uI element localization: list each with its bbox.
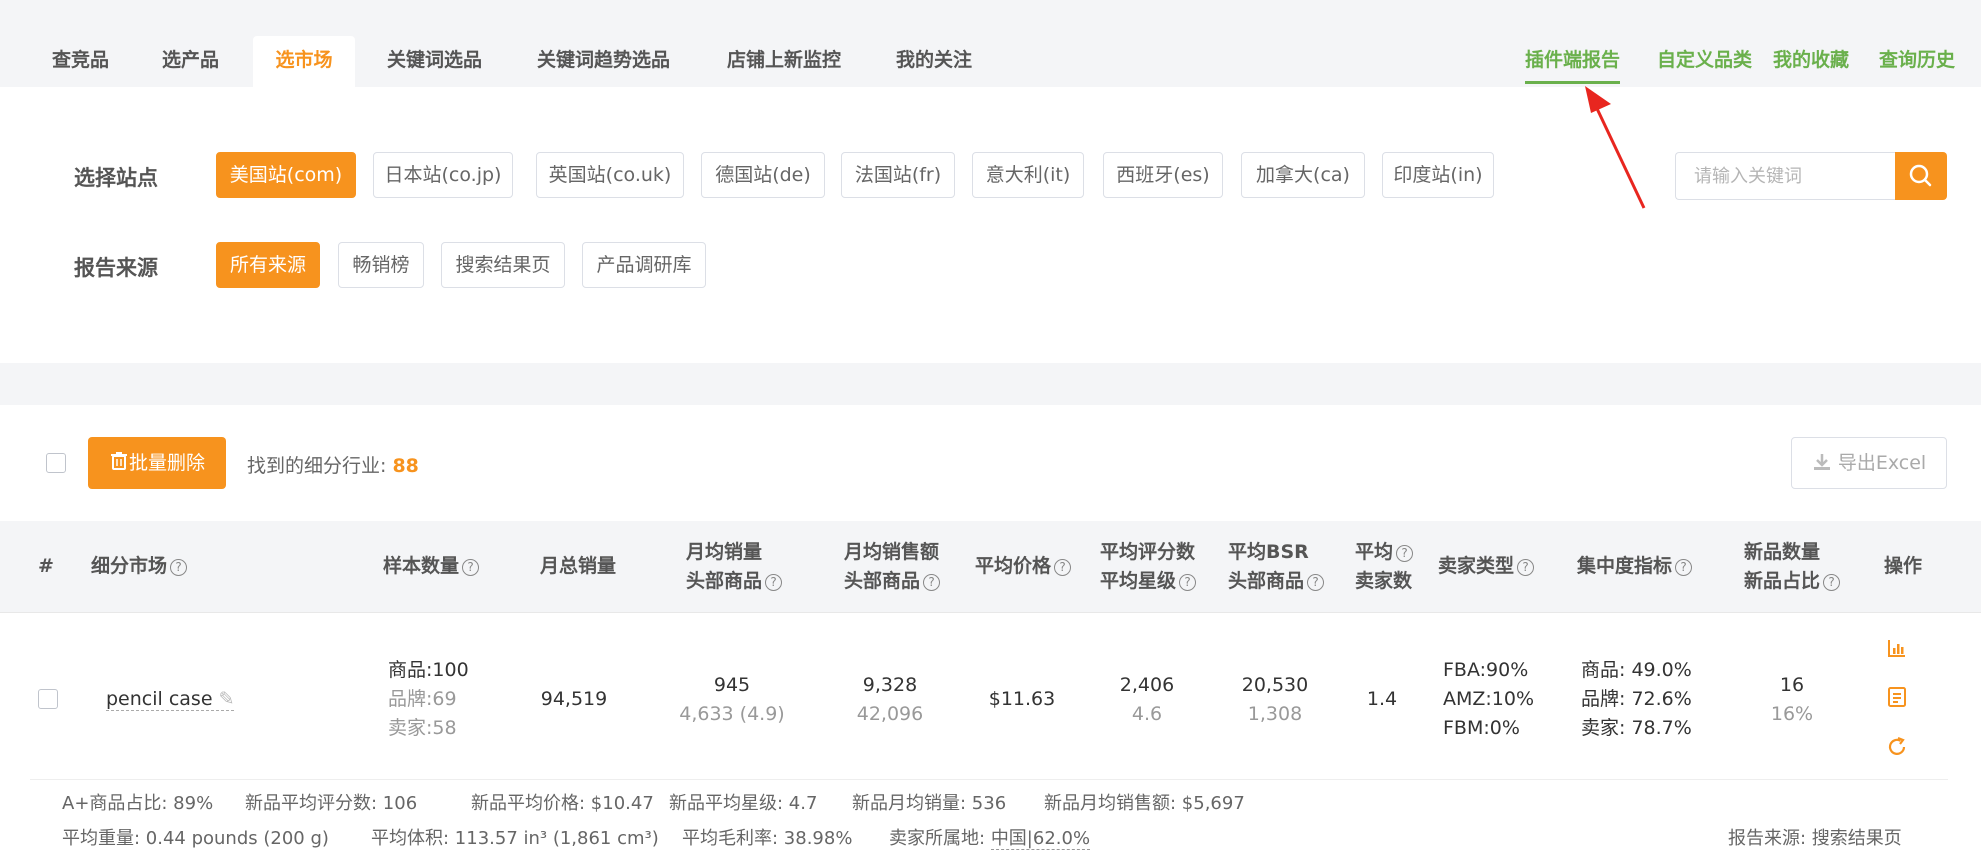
source-label: 报告来源 [74, 256, 158, 280]
stat-weight: 平均重量: 0.44 pounds (200 g) [62, 828, 329, 849]
help-icon[interactable]: ? [1179, 574, 1197, 591]
link-query-history[interactable]: 查询历史 [1879, 36, 1955, 84]
th-avg-revenue: 月均销售额 头部商品? [844, 541, 941, 592]
monthly-sales-cell: 94,519 [540, 688, 608, 710]
help-icon[interactable]: ? [1517, 559, 1535, 576]
avg-sales-cell: 945 4,633 (4.9) [679, 674, 785, 725]
report-icon[interactable] [1886, 686, 1908, 708]
tab-products[interactable]: 选产品 [140, 36, 241, 87]
stat-new-reviews: 新品平均评分数: 106 [245, 793, 418, 814]
th-avg-sales: 月均销量 头部商品? [686, 538, 783, 596]
results-panel: 批量删除 找到的细分行业: 88 导出Excel # 细分市场? 样本数量? 月… [0, 405, 1981, 868]
site-it[interactable]: 意大利(it) [972, 152, 1084, 198]
stat-origin: 卖家所属地: 中国|62.0% [889, 828, 1091, 850]
market-name[interactable]: pencil case ✎ [106, 685, 235, 714]
trash-icon [110, 452, 127, 470]
site-us[interactable]: 美国站(com) [216, 152, 356, 198]
th-avg-bsr: 平均BSR 头部商品? [1228, 538, 1325, 596]
site-jp[interactable]: 日本站(co.jp) [373, 152, 513, 198]
samples-cell: 商品:100 品牌:69 卖家:58 [388, 659, 469, 739]
link-favorites[interactable]: 我的收藏 [1773, 36, 1849, 84]
tab-my-follow[interactable]: 我的关注 [874, 36, 994, 87]
th-concentration: 集中度指标? [1577, 552, 1693, 581]
site-de[interactable]: 德国站(de) [701, 152, 825, 198]
help-icon[interactable]: ? [1396, 545, 1414, 562]
table-header: # 细分市场? 样本数量? 月总销量 月均销量 头部商品? 月均销售额 头部商品? … [0, 521, 1981, 613]
row-checkbox[interactable] [38, 689, 58, 709]
tab-markets[interactable]: 选市场 [253, 36, 355, 87]
top-nav: 查竞品 选产品 选市场 关键词选品 关键词趋势选品 店铺上新监控 我的关注 插件… [0, 0, 1981, 87]
export-excel-button[interactable]: 导出Excel [1791, 437, 1947, 489]
download-icon [1813, 454, 1830, 470]
stat-new-stars: 新品平均星级: 4.7 [669, 793, 818, 814]
site-label: 选择站点 [74, 166, 158, 190]
site-es[interactable]: 西班牙(es) [1103, 152, 1223, 198]
help-icon[interactable]: ? [765, 574, 783, 591]
th-new-products: 新品数量 新品占比? [1744, 538, 1841, 596]
keyword-search-input[interactable] [1675, 152, 1896, 200]
found-count: 88 [392, 455, 419, 477]
help-icon[interactable]: ? [923, 574, 941, 591]
th-avg-sellers: 平均? 卖家数 [1355, 541, 1414, 592]
link-plugin-report[interactable]: 插件端报告 [1525, 36, 1621, 84]
stat-aplus: A+商品占比: 89% [62, 793, 214, 814]
stat-new-price: 新品平均价格: $10.47 [471, 793, 654, 814]
help-icon[interactable]: ? [1823, 574, 1841, 591]
site-in[interactable]: 印度站(in) [1382, 152, 1494, 198]
source-search-results[interactable]: 搜索结果页 [441, 242, 565, 288]
tab-competitors[interactable]: 查竞品 [30, 36, 131, 87]
new-products-cell: 16 16% [1770, 674, 1814, 725]
origin-value[interactable]: 中国|62.0% [990, 828, 1091, 850]
help-icon[interactable]: ? [462, 559, 480, 576]
th-samples: 样本数量? [383, 552, 480, 581]
th-index: # [38, 555, 54, 577]
concentration-cell: 商品: 49.0% 品牌: 72.6% 卖家: 78.7% [1581, 659, 1692, 739]
edit-icon[interactable]: ✎ [219, 688, 235, 710]
tab-keyword-trend[interactable]: 关键词趋势选品 [515, 36, 692, 87]
source-bestseller[interactable]: 畅销榜 [338, 242, 424, 288]
search-button[interactable] [1895, 152, 1947, 200]
search-icon [1909, 164, 1932, 187]
link-custom-category[interactable]: 自定义品类 [1657, 36, 1752, 84]
site-fr[interactable]: 法国站(fr) [841, 152, 955, 198]
help-icon[interactable]: ? [1675, 559, 1693, 576]
th-avg-rating: 平均评分数 平均星级? [1100, 541, 1197, 592]
stat-report-source: 报告来源: 搜索结果页 [1728, 828, 1902, 849]
help-icon[interactable]: ? [170, 559, 188, 576]
stat-volume: 平均体积: 113.57 in³ (1,861 cm³) [371, 828, 659, 849]
batch-delete-label: 批量删除 [128, 452, 205, 474]
chart-icon[interactable] [1886, 637, 1908, 659]
batch-delete-button[interactable]: 批量删除 [88, 437, 226, 489]
refresh-icon[interactable] [1886, 736, 1908, 758]
help-icon[interactable]: ? [1307, 574, 1325, 591]
extra-stats: A+商品占比: 89% 新品平均评分数: 106 新品平均价格: $10.47 … [30, 779, 1948, 868]
avg-rating-cell: 2,406 4.6 [1119, 674, 1175, 725]
help-icon[interactable]: ? [1054, 559, 1072, 576]
th-avg-price: 平均价格? [975, 552, 1072, 581]
stat-new-revenue: 新品月均销售额: $5,697 [1044, 793, 1245, 814]
select-all-checkbox[interactable] [46, 453, 66, 473]
th-market: 细分市场? [91, 552, 188, 581]
avg-sellers-cell: 1.4 [1366, 688, 1398, 710]
th-seller-type: 卖家类型? [1438, 552, 1535, 581]
site-ca[interactable]: 加拿大(ca) [1241, 152, 1365, 198]
filter-panel: 选择站点 美国站(com) 日本站(co.jp) 英国站(co.uk) 德国站(… [0, 87, 1981, 363]
avg-price-cell: $11.63 [988, 688, 1056, 710]
th-monthly-sales: 月总销量 [540, 555, 617, 577]
source-all[interactable]: 所有来源 [216, 242, 320, 288]
table-row: pencil case ✎ 商品:100 品牌:69 卖家:58 94,519 … [0, 613, 1981, 786]
found-count-text: 找到的细分行业: 88 [247, 455, 419, 477]
th-ops: 操作 [1884, 555, 1923, 577]
stat-new-sales: 新品月均销量: 536 [852, 793, 1007, 814]
avg-revenue-cell: 9,328 42,096 [856, 674, 924, 725]
site-uk[interactable]: 英国站(co.uk) [536, 152, 684, 198]
tab-keyword-selection[interactable]: 关键词选品 [365, 36, 504, 87]
export-label: 导出Excel [1837, 452, 1927, 474]
stat-margin: 平均毛利率: 38.98% [682, 828, 853, 849]
avg-bsr-cell: 20,530 1,308 [1241, 674, 1309, 725]
seller-type-cell: FBA:90% AMZ:10% FBM:0% [1443, 659, 1535, 739]
source-research-lib[interactable]: 产品调研库 [582, 242, 706, 288]
tab-store-monitor[interactable]: 店铺上新监控 [705, 36, 863, 87]
